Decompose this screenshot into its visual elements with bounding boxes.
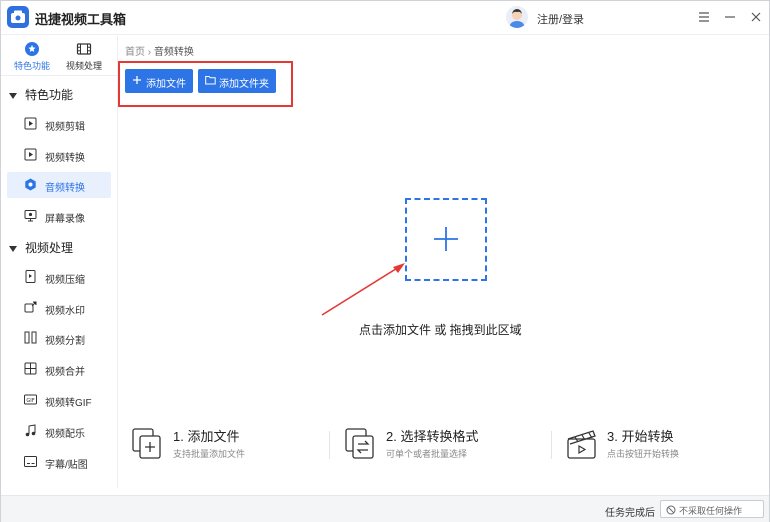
split-icon	[24, 331, 37, 344]
watermark-icon	[24, 301, 37, 314]
breadcrumb: 首页 › 音频转换	[125, 43, 194, 58]
sidebar-top-tabs: 特色功能 视频处理	[1, 36, 117, 76]
breadcrumb-separator: ›	[147, 47, 152, 58]
section-video-processing[interactable]: 视频处理	[9, 239, 73, 259]
plus-icon	[132, 75, 142, 88]
sidebar-item-subtitle-sticker[interactable]: 字幕/贴图	[7, 449, 111, 475]
after-task-select[interactable]: 不采取任何操作	[660, 500, 764, 518]
login-link[interactable]: 注册/登录	[537, 11, 584, 27]
breadcrumb-home[interactable]: 首页	[125, 47, 145, 58]
clapperboard-icon	[565, 427, 599, 461]
film-icon	[59, 41, 109, 57]
menu-icon[interactable]	[697, 10, 711, 24]
screen-record-icon	[24, 209, 37, 222]
tab-video-processing[interactable]: 视频处理	[59, 41, 109, 73]
sidebar-item-video-music[interactable]: 视频配乐	[7, 418, 111, 444]
arrow-annotation-icon	[321, 263, 405, 316]
sidebar-item-video-merge[interactable]: 视频合并	[7, 356, 111, 382]
plus-large-icon	[434, 227, 458, 251]
steps-divider	[551, 431, 552, 459]
sidebar-item-audio-convert[interactable]: 音频转换	[7, 172, 111, 198]
svg-text:GIF: GIF	[26, 398, 34, 404]
sidebar-item-video-watermark[interactable]: 视频水印	[7, 295, 111, 321]
minimize-icon[interactable]	[723, 10, 737, 24]
merge-icon	[24, 362, 37, 375]
sidebar-item-video-compress[interactable]: 视频压缩	[7, 264, 111, 290]
close-icon[interactable]	[749, 10, 763, 24]
select-format-step-icon	[344, 427, 378, 461]
steps-divider	[329, 431, 330, 459]
section-featured[interactable]: 特色功能	[9, 86, 73, 106]
app-title: 迅捷视频工具箱	[35, 12, 127, 27]
video-convert-icon	[24, 148, 37, 161]
sidebar-item-screen-record[interactable]: 屏幕录像	[7, 203, 111, 229]
sidebar-item-video-to-gif[interactable]: GIF 视频转GIF	[7, 387, 111, 413]
breadcrumb-current: 音频转换	[153, 47, 194, 58]
status-bar: 任务完成后 不采取任何操作	[1, 495, 769, 522]
sidebar-item-video-split[interactable]: 视频分割	[7, 325, 111, 351]
subtitle-icon	[24, 455, 37, 468]
compress-icon	[24, 270, 37, 283]
audio-convert-icon	[24, 178, 37, 191]
folder-icon	[205, 75, 216, 88]
add-folder-button[interactable]: 添加文件夹	[198, 69, 276, 93]
music-icon	[24, 424, 37, 437]
drop-zone-hint: 点击添加文件 或 拖拽到此区域	[359, 323, 522, 337]
add-file-button[interactable]: 添加文件	[125, 69, 193, 93]
after-task-label: 任务完成后	[605, 508, 655, 519]
drop-zone[interactable]	[405, 198, 487, 281]
title-bar: 迅捷视频工具箱 注册/登录	[1, 1, 769, 35]
tab-featured[interactable]: 特色功能	[7, 41, 57, 73]
video-edit-icon	[24, 117, 37, 130]
no-action-icon	[666, 504, 676, 518]
user-avatar[interactable]	[506, 6, 528, 28]
sidebar-item-video-convert[interactable]: 视频转换	[7, 142, 111, 168]
star-icon	[7, 41, 57, 57]
sidebar: 特色功能 视频剪辑 视频转换 音频转换 屏幕录像 视频处理 视频压缩 视频水印	[1, 77, 117, 487]
app-logo-icon	[7, 6, 29, 28]
add-file-step-icon	[131, 427, 165, 461]
sidebar-item-video-edit[interactable]: 视频剪辑	[7, 111, 111, 137]
gif-icon: GIF	[24, 393, 37, 406]
app-window: 迅捷视频工具箱 注册/登录 特色功能 视频处理 特色功能 视频剪辑 视频转换 音…	[0, 0, 770, 522]
